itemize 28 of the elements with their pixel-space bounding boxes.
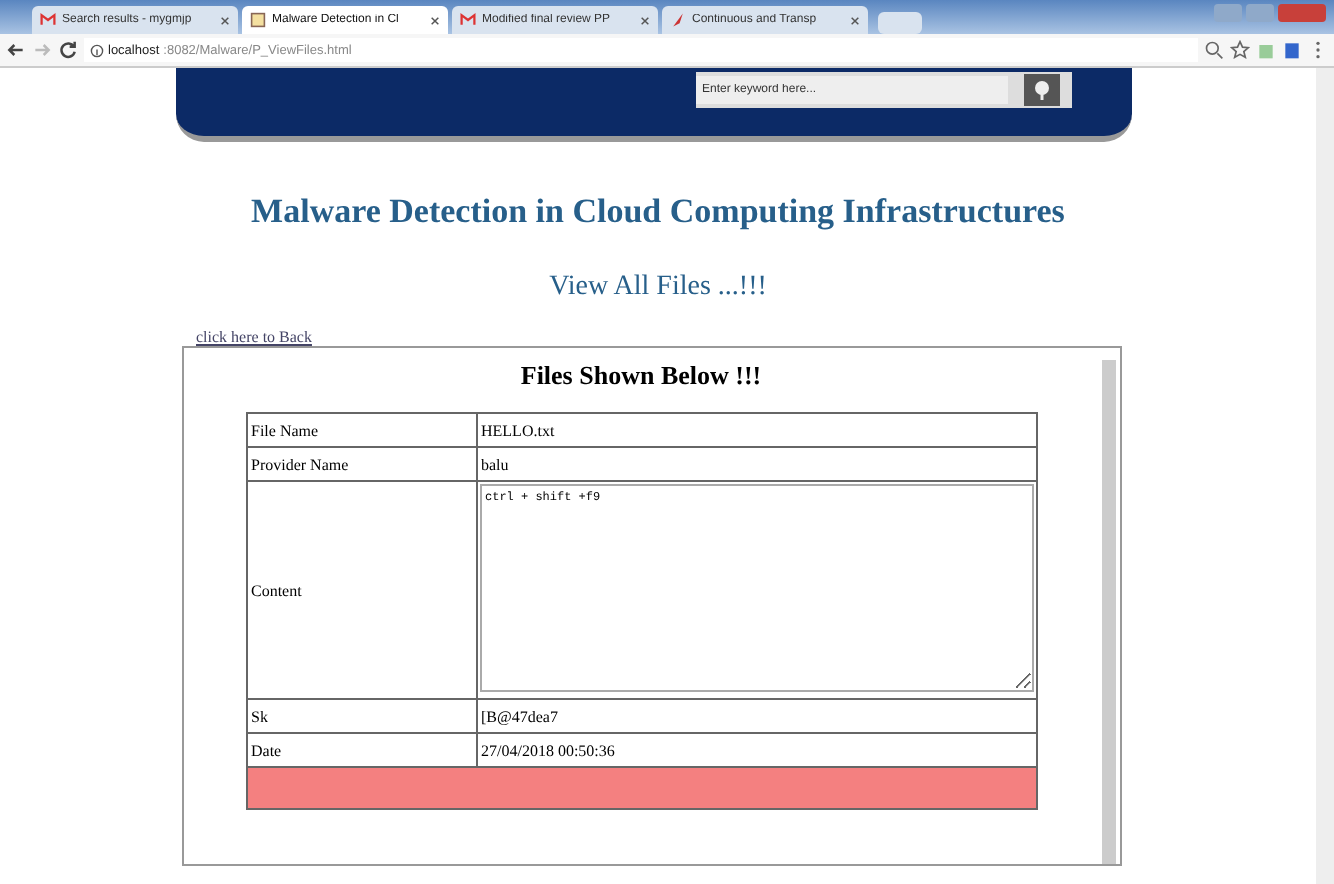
scrollbar[interactable] <box>1316 68 1334 884</box>
field-value: [B@47dea7 <box>476 699 1036 733</box>
page-subtitle: View All Files ...!!! <box>549 272 767 304</box>
field-value: balu <box>476 447 1036 481</box>
close-icon[interactable] <box>430 15 440 25</box>
field-label: File Name <box>246 413 476 447</box>
field-label: Sk <box>246 699 476 733</box>
back-arrow-icon[interactable] <box>6 40 26 60</box>
close-icon[interactable] <box>220 15 230 25</box>
info-icon <box>90 43 104 57</box>
star-icon[interactable] <box>1230 40 1250 60</box>
panel-heading: Files Shown Below !!! <box>520 360 762 392</box>
scrollbar[interactable] <box>1102 360 1116 864</box>
page-icon <box>250 12 266 28</box>
reload-icon[interactable] <box>58 40 78 60</box>
feather-icon <box>670 12 686 28</box>
field-label: Content <box>246 481 476 699</box>
zoom-icon[interactable] <box>1204 40 1224 60</box>
close-icon[interactable] <box>640 15 650 25</box>
search-icon <box>1030 78 1054 102</box>
mail-icon <box>460 12 476 28</box>
mail-icon <box>40 12 56 28</box>
close-icon[interactable] <box>850 15 860 25</box>
field-value: HELLO.txt <box>476 413 1036 447</box>
back-link[interactable]: click here to Back <box>196 328 312 346</box>
field-label: Provider Name <box>246 447 476 481</box>
search-button[interactable] <box>1024 74 1060 106</box>
page-title: Malware Detection in Cloud Computing Infrastructures <box>251 192 1065 232</box>
